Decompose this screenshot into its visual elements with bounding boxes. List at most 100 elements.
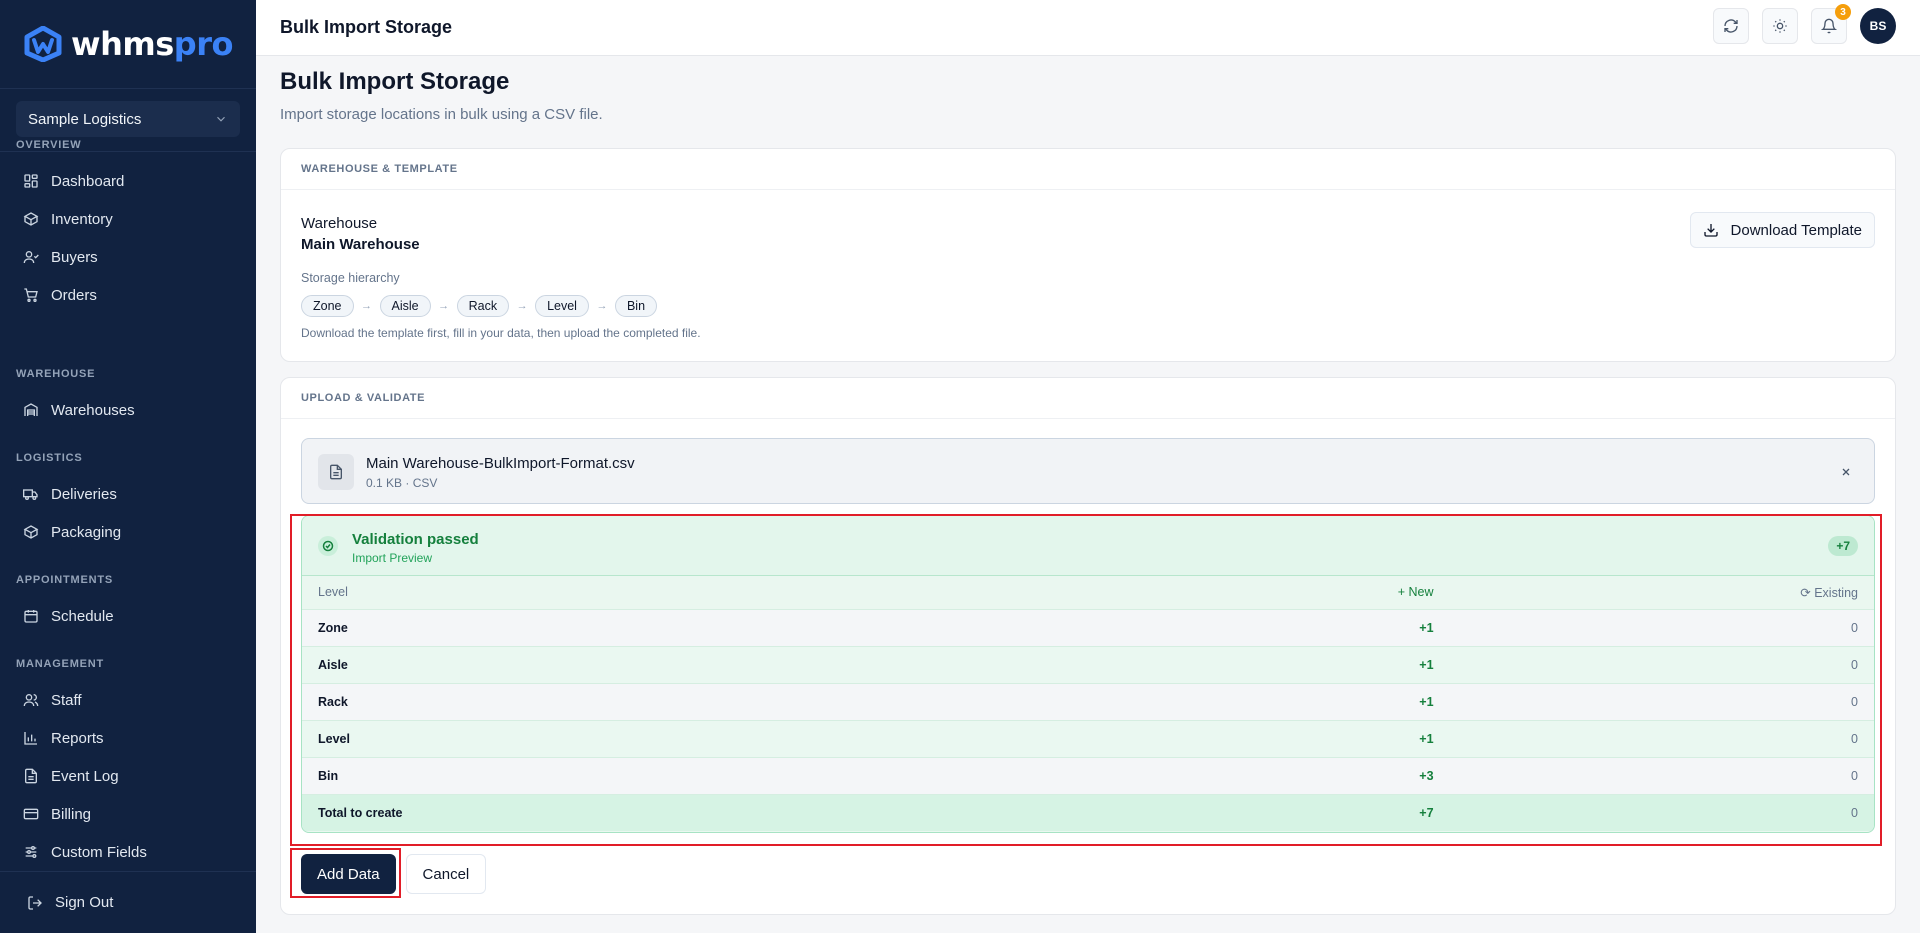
sidebar-item-label: Packaging bbox=[51, 523, 122, 541]
arrow-right-icon: → bbox=[361, 300, 372, 312]
add-data-button[interactable]: Add Data bbox=[301, 854, 396, 894]
row-level: Zone bbox=[302, 609, 1324, 647]
plus-icon: + bbox=[1397, 585, 1409, 600]
chart-icon bbox=[24, 732, 37, 745]
sidebar-item-dashboard[interactable]: Dashboard bbox=[16, 162, 240, 200]
sidebar-footer: Sign Out bbox=[0, 871, 256, 933]
sidebar-item-deliveries[interactable]: Deliveries bbox=[16, 475, 240, 513]
total-label: Total to create bbox=[302, 794, 1324, 831]
sidebar-item-label: Schedule bbox=[51, 607, 114, 625]
page-subtitle: Import storage locations in bulk using a… bbox=[280, 106, 603, 123]
hierarchy-chip: Aisle bbox=[379, 295, 431, 317]
hierarchy-chip: Level bbox=[535, 295, 589, 317]
total-new: +7 bbox=[1323, 794, 1450, 831]
sidebar-item-custom-fields[interactable]: Custom Fields bbox=[16, 833, 240, 871]
sidebar-item-staff[interactable]: Staff bbox=[16, 681, 240, 719]
brand-logo[interactable]: whmspro bbox=[0, 0, 256, 89]
sidebar: whmspro Sample Logistics OVERVIEW Dashbo… bbox=[0, 0, 256, 933]
row-new: +1 bbox=[1323, 683, 1450, 721]
sidebar-item-buyers[interactable]: Buyers bbox=[16, 238, 240, 276]
sidebar-item-billing[interactable]: Billing bbox=[16, 795, 240, 833]
card-icon bbox=[23, 808, 39, 820]
sidebar-item-label: Billing bbox=[51, 805, 92, 823]
hierarchy-label: Storage hierarchy bbox=[301, 271, 400, 285]
card-heading: UPLOAD & VALIDATE bbox=[281, 378, 1895, 419]
sidebar-item-label: Buyers bbox=[51, 248, 98, 266]
hierarchy-chip: Zone bbox=[301, 295, 354, 317]
row-existing: 0 bbox=[1449, 646, 1874, 684]
file-text-icon bbox=[318, 454, 354, 490]
row-existing: 0 bbox=[1449, 683, 1874, 721]
hierarchy-chip: Rack bbox=[456, 295, 510, 317]
sign-out-label: Sign Out bbox=[55, 894, 114, 911]
row-existing: 0 bbox=[1449, 757, 1874, 795]
hierarchy-chips: Zone → Aisle → Rack → Level → Bin bbox=[301, 295, 658, 317]
sliders-icon bbox=[25, 846, 37, 858]
column-header-level: Level bbox=[302, 576, 1324, 610]
row-level: Rack bbox=[302, 683, 1324, 721]
nav-logistics: LOGISTICS Deliveries Packaging bbox=[0, 450, 256, 551]
total-row: Total to create +7 0 bbox=[302, 794, 1874, 831]
avatar[interactable]: BS bbox=[1860, 8, 1896, 44]
hierarchy-chip: Bin bbox=[614, 295, 658, 317]
warehouse-icon bbox=[24, 403, 38, 416]
import-preview-table: Level + New ⟳ Existing Zone +1 0 Aisle +… bbox=[302, 576, 1874, 831]
notification-badge: 3 bbox=[1835, 4, 1851, 20]
nav-section-label: MANAGEMENT bbox=[16, 658, 105, 670]
topbar: Bulk Import Storage 3 BS bbox=[256, 0, 1920, 56]
chevron-down-icon bbox=[217, 116, 225, 122]
box-icon bbox=[23, 212, 39, 226]
table-row: Level +1 0 bbox=[302, 720, 1874, 758]
main-content: Bulk Import Storage Import storage locat… bbox=[256, 56, 1920, 933]
dashboard-icon bbox=[24, 174, 38, 188]
organization-select[interactable]: Sample Logistics bbox=[16, 101, 240, 137]
file-icon bbox=[25, 768, 37, 784]
sidebar-item-label: Staff bbox=[51, 691, 82, 709]
package-icon bbox=[23, 525, 39, 539]
row-new: +1 bbox=[1323, 646, 1450, 684]
table-row: Rack +1 0 bbox=[302, 683, 1874, 721]
row-existing: 0 bbox=[1449, 609, 1874, 647]
cancel-button[interactable]: Cancel bbox=[405, 854, 487, 894]
page-title: Bulk Import Storage bbox=[280, 68, 510, 95]
logo-mark-icon bbox=[24, 26, 62, 62]
notifications-button[interactable]: 3 bbox=[1811, 4, 1851, 44]
download-template-label: Download Template bbox=[1730, 221, 1862, 239]
nav-appointments: APPOINTMENTS Schedule bbox=[0, 572, 256, 635]
sun-icon bbox=[1773, 19, 1787, 33]
organization-value: Sample Logistics bbox=[28, 110, 142, 128]
calendar-icon bbox=[24, 610, 38, 623]
nav-section-label: LOGISTICS bbox=[16, 452, 83, 464]
refresh-button[interactable] bbox=[1713, 8, 1749, 44]
table-row: Bin +3 0 bbox=[302, 757, 1874, 795]
nav-warehouse: WAREHOUSE Warehouses bbox=[0, 366, 256, 429]
row-new: +1 bbox=[1323, 720, 1450, 758]
bell-icon bbox=[1821, 18, 1837, 34]
upload-validate-card: UPLOAD & VALIDATE Main Warehouse-BulkImp… bbox=[280, 377, 1896, 915]
sidebar-item-schedule[interactable]: Schedule bbox=[16, 597, 240, 635]
download-template-button[interactable]: Download Template bbox=[1689, 212, 1875, 248]
sign-out-button[interactable]: Sign Out bbox=[16, 884, 113, 922]
sidebar-item-event-log[interactable]: Event Log bbox=[16, 757, 240, 795]
sidebar-item-orders[interactable]: Orders bbox=[16, 276, 240, 314]
validation-title: Validation passed bbox=[352, 531, 479, 548]
nav-section-label: APPOINTMENTS bbox=[16, 574, 113, 586]
sidebar-item-label: Warehouses bbox=[51, 401, 135, 419]
brand-name: whmspro bbox=[71, 25, 233, 63]
uploaded-file: Main Warehouse-BulkImport-Format.csv 0.1… bbox=[301, 438, 1875, 504]
remove-file-button[interactable] bbox=[1836, 462, 1856, 482]
user-icon bbox=[23, 251, 39, 264]
sidebar-item-warehouses[interactable]: Warehouses bbox=[16, 391, 240, 429]
row-level: Bin bbox=[302, 757, 1324, 795]
warehouse-template-card: WAREHOUSE & TEMPLATE Warehouse Main Ware… bbox=[280, 148, 1896, 362]
nav-management: MANAGEMENT Staff Reports Event Log Billi… bbox=[0, 656, 256, 871]
sidebar-item-inventory[interactable]: Inventory bbox=[16, 200, 240, 238]
theme-toggle-button[interactable] bbox=[1762, 8, 1798, 44]
cart-icon bbox=[24, 288, 38, 302]
sidebar-item-packaging[interactable]: Packaging bbox=[16, 513, 240, 551]
refresh-icon bbox=[1724, 19, 1738, 33]
sidebar-item-label: Inventory bbox=[51, 210, 113, 228]
sidebar-item-reports[interactable]: Reports bbox=[16, 719, 240, 757]
sidebar-item-label: Deliveries bbox=[51, 485, 117, 503]
total-badge: +7 bbox=[1828, 536, 1858, 556]
